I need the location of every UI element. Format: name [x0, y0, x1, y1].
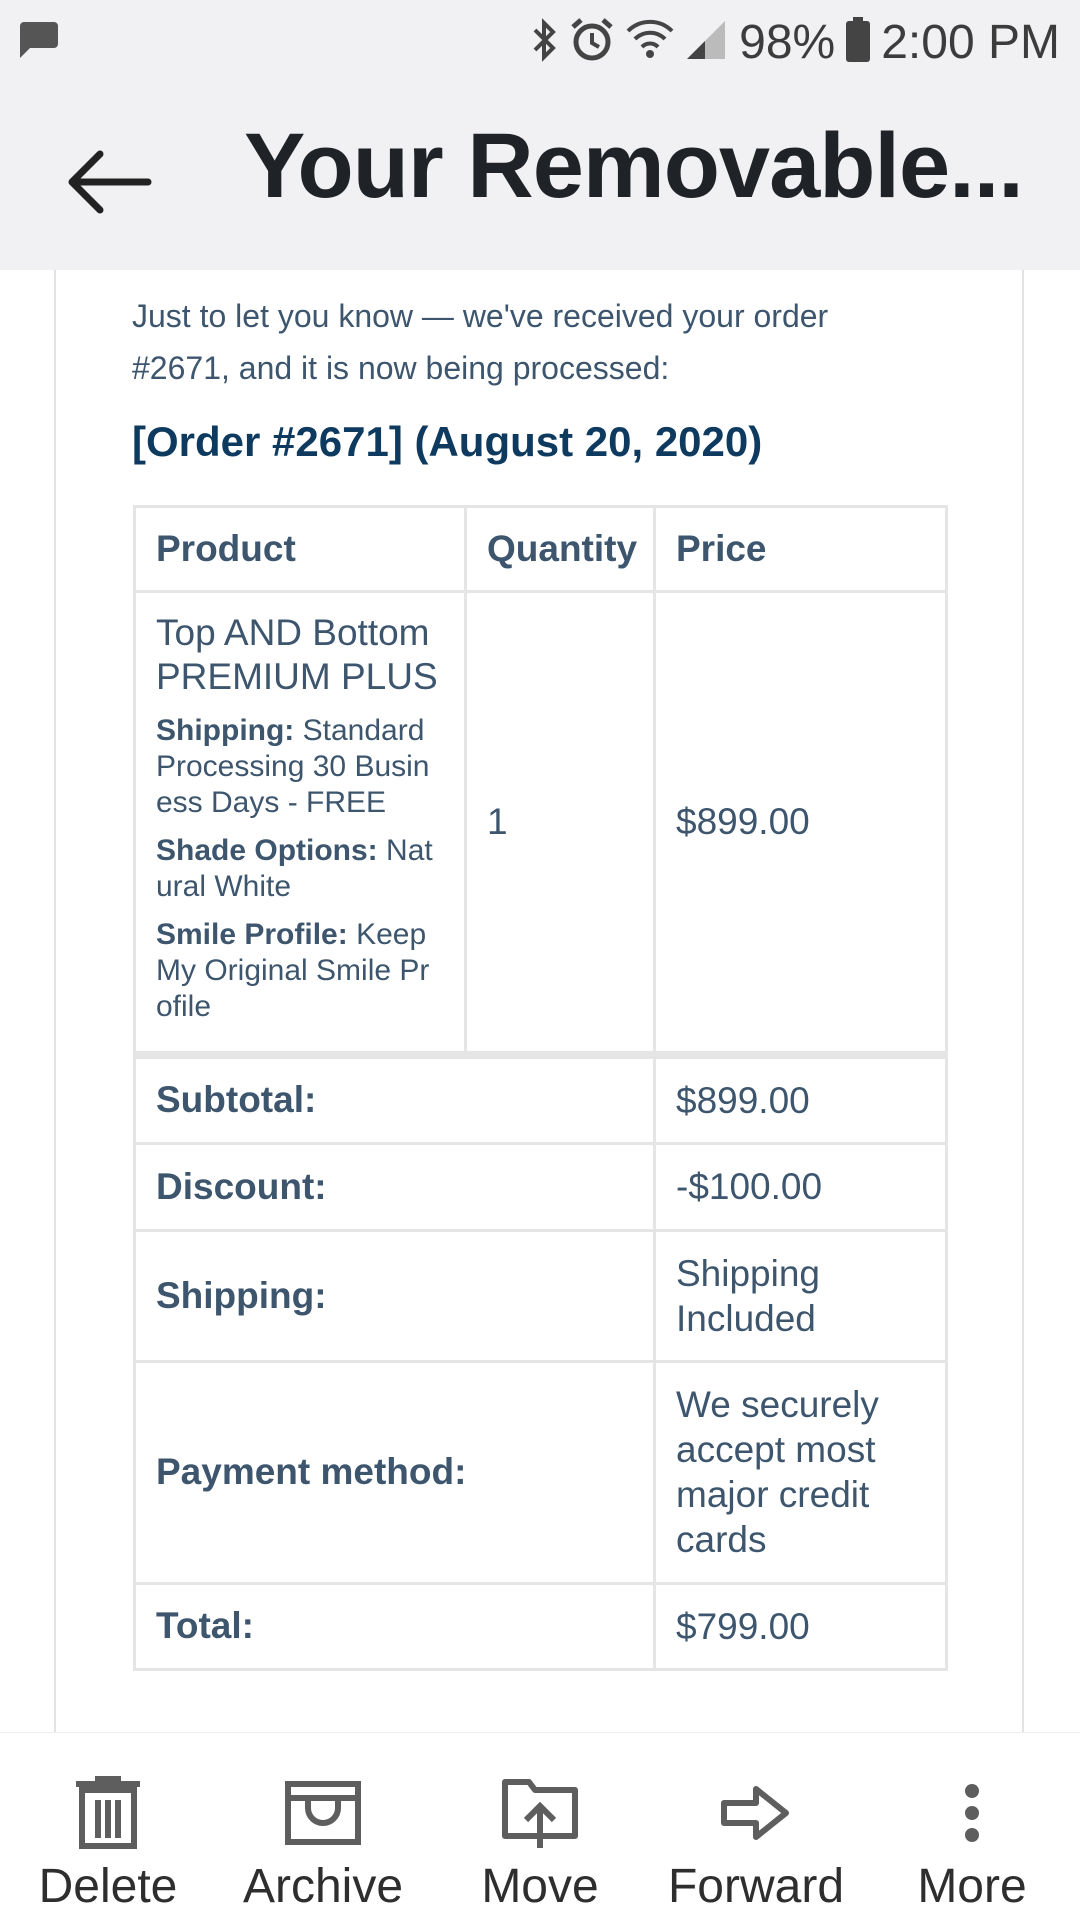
trash-icon: [72, 1763, 144, 1863]
signal-icon: [685, 19, 729, 66]
bottom-toolbar: Delete Archive Move Forward More: [0, 1732, 1080, 1921]
discount-label: Discount:: [133, 1141, 656, 1232]
meta-shipping: Shipping: Standard Processing 30 Busines…: [156, 713, 444, 821]
meta-smile-profile: Smile Profile: Keep My Original Smile Pr…: [156, 917, 444, 1025]
meta-label: Smile Profile:: [156, 918, 348, 951]
archive-icon: [284, 1763, 362, 1863]
discount-value: -$100.00: [653, 1141, 948, 1232]
bluetooth-icon: [531, 17, 559, 67]
price-cell: $899.00: [653, 590, 948, 1057]
shipping-value: Shipping Included: [653, 1228, 948, 1363]
product-cell: Top AND Bottom PREMIUM PLUS Shipping: St…: [133, 590, 467, 1057]
clock: 2:00 PM: [881, 15, 1060, 69]
email-subject-title: Your Removable...: [244, 115, 1024, 217]
back-button[interactable]: [62, 136, 154, 228]
subtotal-value: $899.00: [653, 1051, 948, 1145]
move-folder-icon: [501, 1763, 579, 1863]
total-label: Total:: [133, 1581, 656, 1671]
quantity-cell: 1: [464, 590, 656, 1057]
table-row: Top AND Bottom PREMIUM PLUS Shipping: St…: [133, 590, 948, 1057]
payment-value: We securely accept most major credit car…: [653, 1359, 948, 1585]
app-bar: Your Removable...: [0, 84, 1080, 270]
battery-percent: 98%: [739, 15, 836, 69]
subtotal-label: Subtotal:: [133, 1051, 656, 1145]
message-icon: [16, 20, 60, 65]
total-row: Total: $799.00: [133, 1581, 948, 1671]
order-heading: [Order #2671] (August 20, 2020): [132, 418, 763, 465]
status-icons: 98% 2:00 PM: [531, 12, 1060, 72]
battery-icon: [845, 16, 871, 68]
subtotal-row: Subtotal: $899.00: [133, 1051, 948, 1145]
wifi-icon: [625, 19, 675, 66]
table-header-row: Product Quantity Price: [133, 505, 948, 593]
shipping-label: Shipping:: [133, 1228, 656, 1363]
more-vertical-icon: [962, 1763, 982, 1863]
header-price: Price: [653, 505, 948, 593]
payment-row: Payment method: We securely accept most …: [133, 1359, 948, 1585]
payment-label: Payment method:: [133, 1359, 656, 1585]
total-value: $799.00: [653, 1581, 948, 1671]
delete-label: Delete: [38, 1860, 178, 1913]
meta-label: Shade Options:: [156, 834, 378, 867]
intro-text: Just to let you know — we've received yo…: [132, 298, 829, 386]
header-quantity: Quantity: [464, 505, 656, 593]
forward-label: Forward: [667, 1860, 845, 1913]
more-button[interactable]: More: [882, 1733, 1062, 1921]
move-button[interactable]: Move: [450, 1733, 630, 1921]
archive-label: Archive: [242, 1860, 404, 1913]
discount-row: Discount: -$100.00: [133, 1141, 948, 1232]
meta-label: Shipping:: [156, 714, 295, 747]
product-name: Top AND Bottom PREMIUM PLUS: [156, 612, 438, 697]
shipping-row: Shipping: Shipping Included: [133, 1228, 948, 1363]
meta-shade: Shade Options: Natural White: [156, 833, 444, 905]
more-label: More: [917, 1860, 1027, 1913]
alarm-icon: [569, 17, 615, 68]
delete-button[interactable]: Delete: [18, 1733, 198, 1921]
status-bar: 98% 2:00 PM: [0, 0, 1080, 84]
archive-button[interactable]: Archive: [228, 1733, 418, 1921]
header-product: Product: [133, 505, 467, 593]
forward-arrow-icon: [720, 1763, 792, 1863]
order-table: Product Quantity Price Top AND Bottom PR…: [133, 505, 948, 1671]
move-label: Move: [481, 1860, 599, 1913]
back-arrow-icon: [62, 150, 154, 232]
forward-button[interactable]: Forward: [656, 1733, 856, 1921]
